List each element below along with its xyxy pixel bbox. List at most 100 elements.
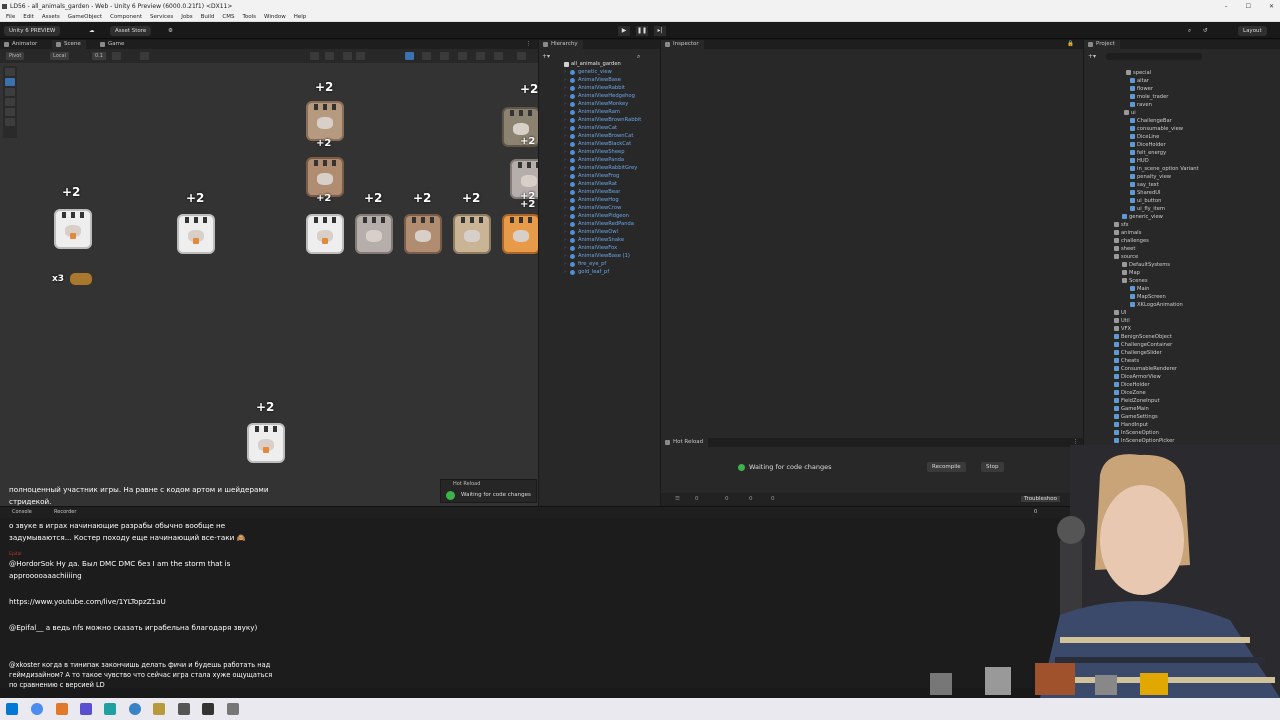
project-item[interactable]: generic_view [1122, 213, 1163, 221]
scale-tool-icon[interactable] [5, 98, 15, 106]
project-item[interactable]: ChallengeContainer [1114, 341, 1172, 349]
dice-sprite[interactable] [500, 210, 538, 258]
expand-arrow-icon[interactable]: › [564, 180, 566, 188]
hand-tool-icon[interactable] [5, 68, 15, 76]
draw-mode-icon[interactable] [310, 52, 319, 60]
project-item[interactable]: ChallengeBar [1130, 117, 1172, 125]
app-icon[interactable] [178, 703, 190, 715]
project-item[interactable]: InSceneOptionPicker [1114, 437, 1174, 445]
menu-component[interactable]: Component [110, 13, 142, 21]
app-icon[interactable] [153, 703, 165, 715]
menu-window[interactable]: Window [264, 13, 286, 21]
project-item[interactable]: UI [1114, 309, 1126, 317]
tab-inspector[interactable]: Inspector [661, 40, 704, 49]
hierarchy-item[interactable]: › AnimalViewPanda [539, 156, 660, 164]
expand-arrow-icon[interactable]: › [564, 156, 566, 164]
project-item[interactable]: mole_trader [1130, 93, 1168, 101]
step-button[interactable]: ▸| [654, 26, 666, 36]
app-icon[interactable] [80, 703, 92, 715]
project-item[interactable]: Scenes [1122, 277, 1148, 285]
dice-sprite[interactable] [353, 210, 395, 258]
project-item[interactable]: BenignSceneObject [1114, 333, 1172, 341]
project-item[interactable]: DiceLine [1130, 133, 1159, 141]
unity-icon[interactable] [202, 703, 214, 715]
hierarchy-item[interactable]: › AnimalViewMonkey [539, 100, 660, 108]
expand-arrow-icon[interactable]: › [564, 204, 566, 212]
expand-arrow-icon[interactable]: › [564, 92, 566, 100]
hierarchy-item[interactable]: › AnimalViewBrownRabbit [539, 116, 660, 124]
project-item[interactable]: GameMain [1114, 405, 1149, 413]
hierarchy-item[interactable]: › AnimalViewRam [539, 108, 660, 116]
hierarchy-item[interactable]: › AnimalViewHedgehog [539, 92, 660, 100]
play-button[interactable]: ▶ [618, 26, 630, 36]
expand-arrow-icon[interactable]: › [564, 108, 566, 116]
local-dropdown[interactable]: Local [50, 52, 69, 60]
transform-tool-icon[interactable] [5, 118, 15, 126]
app-icon[interactable] [129, 703, 141, 715]
tab-hierarchy[interactable]: Hierarchy [539, 40, 583, 49]
project-item[interactable]: challenges [1114, 237, 1149, 245]
menu-gameobject[interactable]: GameObject [68, 13, 102, 21]
project-item[interactable]: altar [1130, 77, 1149, 85]
project-item[interactable]: DiceArmorView [1114, 373, 1161, 381]
grid-snap-icon[interactable] [112, 52, 121, 60]
add-object-button[interactable]: +▾ [542, 53, 550, 60]
menu-file[interactable]: File [6, 13, 15, 21]
project-item[interactable]: in_scene_option Variant [1130, 165, 1199, 173]
project-item[interactable]: InSceneOption [1114, 429, 1159, 437]
project-item[interactable]: say_text [1130, 181, 1159, 189]
project-item[interactable]: raven [1130, 101, 1152, 109]
hierarchy-item[interactable]: › AnimalViewFox [539, 244, 660, 252]
gizmos-icon[interactable] [517, 52, 526, 60]
hierarchy-item[interactable]: › AnimalViewPidgeon [539, 212, 660, 220]
expand-arrow-icon[interactable]: › [564, 68, 566, 76]
dice-sprite[interactable] [175, 210, 217, 258]
menu-tools[interactable]: Tools [242, 13, 256, 21]
menu-build[interactable]: Build [201, 13, 215, 21]
tab-animator[interactable]: Animator [0, 40, 42, 49]
hidden-objects-icon[interactable] [458, 52, 467, 60]
pivot-dropdown[interactable]: Pivot [6, 52, 25, 60]
counter-warnings[interactable]: 0 [725, 496, 729, 502]
project-item[interactable]: HUD [1130, 157, 1149, 165]
shading-icon[interactable] [325, 52, 334, 60]
app-icon[interactable] [227, 703, 239, 715]
hierarchy-item[interactable]: › AnimalViewBase (1) [539, 252, 660, 260]
expand-arrow-icon[interactable]: › [564, 164, 566, 172]
expand-arrow-icon[interactable]: › [564, 268, 566, 276]
tab-project[interactable]: Project [1084, 40, 1120, 49]
create-asset-button[interactable]: +▾ [1088, 53, 1096, 60]
asset-store-button[interactable]: Asset Store [110, 26, 152, 36]
expand-arrow-icon[interactable]: › [564, 244, 566, 252]
dice-sprite[interactable] [52, 205, 94, 253]
project-item[interactable]: animals [1114, 229, 1141, 237]
tools-icon[interactable] [494, 52, 503, 60]
hierarchy-item[interactable]: › AnimalViewHog [539, 196, 660, 204]
project-item[interactable]: ChallengeSlider [1114, 349, 1162, 357]
move-tool-icon[interactable] [5, 78, 15, 86]
start-icon[interactable] [6, 703, 18, 715]
expand-arrow-icon[interactable]: › [564, 132, 566, 140]
project-item[interactable]: DiceHolder [1130, 141, 1166, 149]
hierarchy-item[interactable]: › AnimalViewOwl [539, 228, 660, 236]
project-item[interactable]: DefaultSystems [1122, 261, 1170, 269]
hierarchy-item[interactable]: › AnimalViewFrog [539, 172, 660, 180]
undo-history-icon[interactable]: ↺ [1198, 26, 1213, 36]
snap-field[interactable]: 0.1 [92, 52, 106, 60]
layout-dropdown[interactable]: Layout [1238, 26, 1267, 36]
rect-tool-icon[interactable] [5, 108, 15, 116]
minimize-button[interactable]: – [1225, 0, 1228, 13]
counter-info[interactable]: 0 [749, 496, 753, 502]
dice-sprite[interactable] [451, 210, 493, 258]
menu-cms[interactable]: CMS [222, 13, 234, 21]
project-item[interactable]: ui_fly_item [1130, 205, 1165, 213]
expand-arrow-icon[interactable]: › [564, 220, 566, 228]
panel-menu-icon[interactable]: ⋮ [522, 40, 536, 49]
tab-scene[interactable]: Scene [52, 40, 86, 49]
project-item[interactable]: DiceHolder [1114, 381, 1150, 389]
project-item[interactable]: Map [1122, 269, 1140, 277]
hierarchy-item[interactable]: › AnimalViewCrow [539, 204, 660, 212]
project-item[interactable]: GameSettings [1114, 413, 1158, 421]
account-button[interactable]: Unity 6 PREVIEW [4, 26, 61, 36]
2d-toggle[interactable] [405, 52, 414, 60]
